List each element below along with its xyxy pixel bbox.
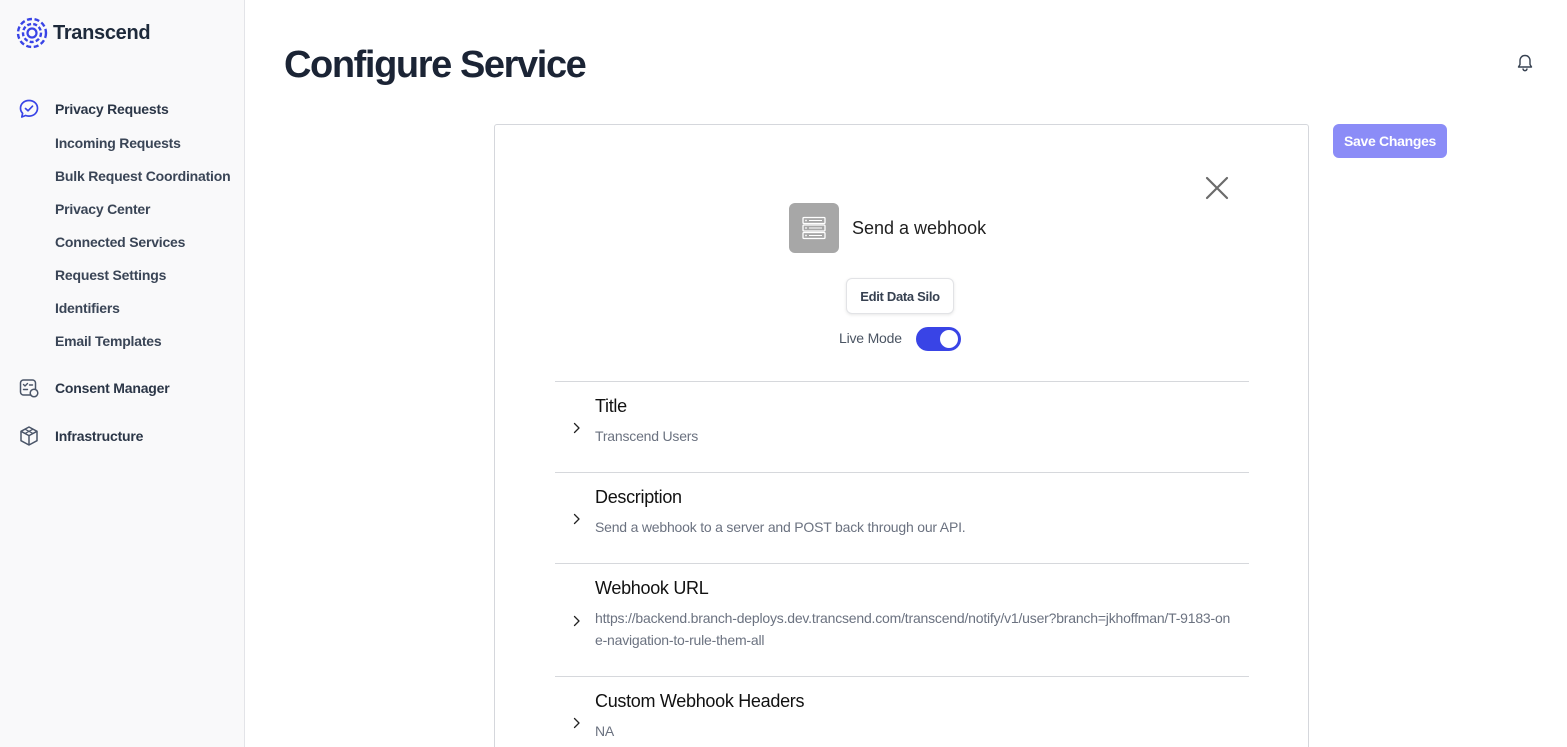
live-mode-label: Live Mode — [839, 330, 902, 346]
cube-icon — [18, 425, 40, 447]
close-icon[interactable] — [1202, 173, 1232, 203]
chat-check-icon — [18, 98, 40, 120]
sidebar-item-email-templates[interactable]: Email Templates — [55, 333, 162, 349]
field-webhook-url[interactable]: Webhook URL https://backend.branch-deplo… — [555, 563, 1249, 676]
edit-data-silo-button[interactable]: Edit Data Silo — [846, 278, 954, 314]
chevron-right-icon — [571, 512, 583, 525]
sidebar-item-privacy-center[interactable]: Privacy Center — [55, 201, 150, 217]
nav-section-label: Infrastructure — [55, 428, 144, 444]
live-mode-toggle[interactable] — [916, 327, 961, 351]
chevron-right-icon — [571, 614, 583, 627]
nav-section-consent-manager[interactable]: Consent Manager — [0, 377, 245, 399]
save-changes-button[interactable]: Save Changes — [1333, 124, 1447, 158]
chevron-right-icon — [571, 421, 583, 434]
sidebar-item-bulk-request-coordination[interactable]: Bulk Request Coordination — [55, 168, 231, 184]
data-silo-name: Send a webhook — [852, 218, 987, 238]
bell-icon[interactable] — [1515, 53, 1535, 73]
server-icon — [789, 203, 839, 253]
field-description[interactable]: Description Send a webhook to a server a… — [555, 472, 1249, 563]
toggle-knob — [940, 330, 958, 348]
sidebar-item-request-settings[interactable]: Request Settings — [55, 267, 166, 283]
field-value: NA — [595, 723, 615, 739]
field-custom-webhook-headers[interactable]: Custom Webhook Headers NA — [555, 676, 1249, 747]
consent-icon — [18, 377, 40, 399]
field-title[interactable]: Title Transcend Users — [555, 381, 1249, 472]
field-label: Custom Webhook Headers — [595, 691, 805, 711]
transcend-logo-icon — [16, 17, 48, 49]
sidebar: Transcend Privacy Requests Incoming Requ… — [0, 0, 245, 747]
chevron-right-icon — [571, 716, 583, 729]
nav-section-label: Privacy Requests — [55, 101, 169, 117]
nav-section-infrastructure[interactable]: Infrastructure — [0, 425, 245, 447]
field-label: Webhook URL — [595, 578, 709, 598]
nav-section-label: Consent Manager — [55, 380, 170, 396]
sidebar-item-identifiers[interactable]: Identifiers — [55, 300, 120, 316]
field-value: https://backend.branch-deploys.dev.tranc… — [595, 610, 1231, 648]
brand-name: Transcend — [53, 21, 151, 44]
page-title: Configure Service — [284, 44, 587, 86]
brand-logo[interactable]: Transcend — [16, 17, 151, 49]
field-value: Send a webhook to a server and POST back… — [595, 519, 966, 535]
service-config-card: Send a webhook Edit Data Silo Live Mode … — [494, 124, 1309, 747]
sidebar-item-incoming-requests[interactable]: Incoming Requests — [55, 135, 181, 151]
field-label: Description — [595, 487, 682, 507]
nav-section-privacy-requests[interactable]: Privacy Requests — [0, 98, 245, 120]
field-label: Title — [595, 396, 627, 416]
sidebar-item-connected-services[interactable]: Connected Services — [55, 234, 185, 250]
field-value: Transcend Users — [595, 428, 699, 444]
